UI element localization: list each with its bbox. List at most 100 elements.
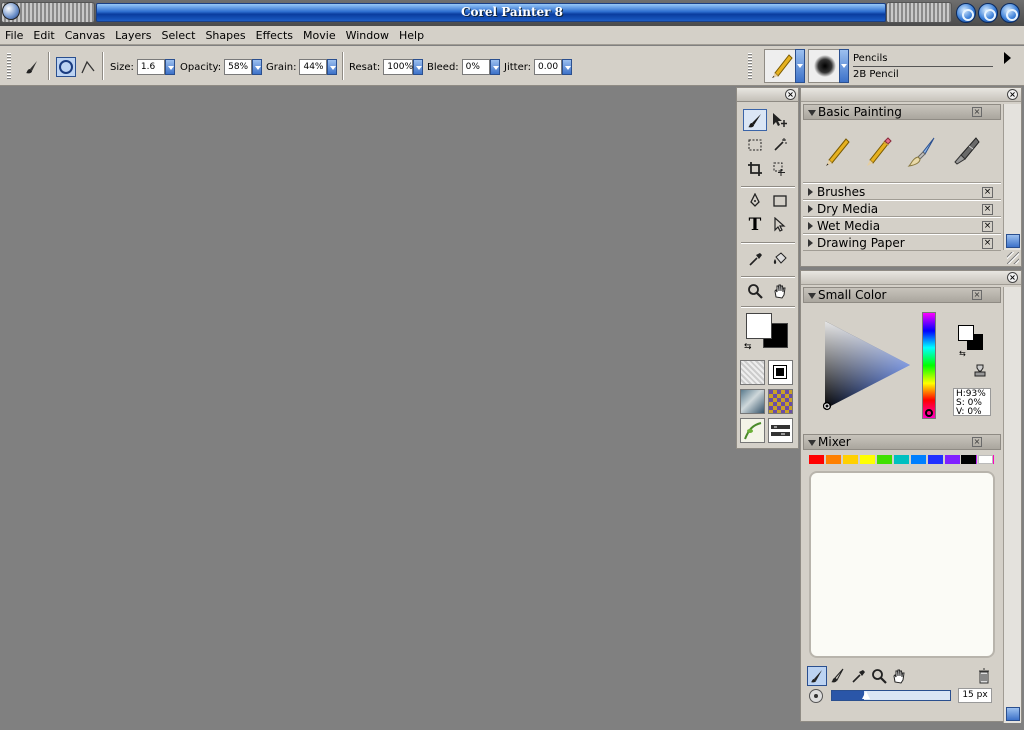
layer-adjuster-icon[interactable] xyxy=(768,109,792,131)
brush-category-name[interactable]: Pencils xyxy=(853,53,887,64)
swap-colors-icon[interactable]: ⇆ xyxy=(744,342,752,352)
mixer-brush-size-slider[interactable] xyxy=(831,690,951,701)
scroll-down-icon[interactable] xyxy=(1006,707,1020,721)
category-drawing-paper[interactable]: Drawing Paper × xyxy=(803,234,1001,251)
brush-variant-dropdown-icon[interactable] xyxy=(839,49,849,83)
mixer-well-cyan[interactable] xyxy=(894,455,909,464)
panel-window-close-icon[interactable]: × xyxy=(1007,89,1018,100)
property-bar-grip[interactable] xyxy=(7,53,11,79)
mixer-well-white[interactable] xyxy=(978,455,993,464)
clear-mixer-trash-icon[interactable] xyxy=(977,668,991,687)
brush-selector-grip[interactable] xyxy=(748,53,752,79)
pencil-brush-icon[interactable] xyxy=(820,136,852,171)
mixer-well-black[interactable] xyxy=(961,455,976,464)
pen-icon[interactable] xyxy=(743,190,767,212)
brush-category-dropdown-icon[interactable] xyxy=(795,49,805,83)
hue-indicator[interactable] xyxy=(925,409,933,417)
crop-icon[interactable] xyxy=(743,158,767,180)
toolbox-header[interactable]: × xyxy=(737,88,798,102)
category-close-icon[interactable]: × xyxy=(982,204,993,215)
shape-selection-icon[interactable] xyxy=(768,214,792,236)
primary-color-swatch[interactable] xyxy=(746,313,772,339)
resat-field[interactable]: 100% xyxy=(383,59,414,75)
category-dry-media[interactable]: Dry Media × xyxy=(803,200,1001,217)
nozzle-selector-icon[interactable] xyxy=(740,418,765,443)
menu-shapes[interactable]: Shapes xyxy=(200,29,250,42)
color-mixer-scrollbar[interactable] xyxy=(1003,287,1021,723)
mixer-dirty-brush-icon[interactable] xyxy=(807,666,827,686)
jitter-field[interactable]: 0.00 xyxy=(534,59,563,75)
mixer-pan-icon[interactable] xyxy=(891,668,907,687)
panel-window-grab-bar[interactable]: × xyxy=(801,271,1021,285)
panel-window-close-icon[interactable]: × xyxy=(1007,272,1018,283)
menu-effects[interactable]: Effects xyxy=(251,29,298,42)
canvas-area[interactable] xyxy=(0,87,736,730)
mixer-well-red[interactable] xyxy=(809,455,824,464)
mixer-well-sky[interactable] xyxy=(911,455,926,464)
mixer-well-violet[interactable] xyxy=(945,455,960,464)
resize-grip-icon[interactable] xyxy=(1007,252,1019,264)
jitter-dropdown-icon[interactable] xyxy=(562,59,573,75)
size-dropdown-icon[interactable] xyxy=(164,59,175,75)
rectangular-selection-icon[interactable] xyxy=(743,134,767,156)
weaving-selector-icon[interactable] xyxy=(768,389,793,414)
grain-field[interactable]: 44% xyxy=(299,59,328,75)
look-selector-icon[interactable] xyxy=(768,418,793,443)
opacity-dropdown-icon[interactable] xyxy=(252,59,263,75)
resat-dropdown-icon[interactable] xyxy=(413,59,424,75)
category-brushes[interactable]: Brushes × xyxy=(803,183,1001,200)
freehand-stroke-icon[interactable] xyxy=(56,57,76,77)
category-close-icon[interactable]: × xyxy=(982,238,993,249)
mixer-header[interactable]: Mixer × xyxy=(803,434,1001,450)
opacity-field[interactable]: 58% xyxy=(224,59,253,75)
brush-tool-icon[interactable] xyxy=(22,57,42,77)
brush-variant-icon[interactable] xyxy=(808,49,842,83)
panel-close-icon[interactable]: × xyxy=(972,437,982,447)
gradient-selector-icon[interactable] xyxy=(768,360,793,385)
menu-canvas[interactable]: Canvas xyxy=(60,29,110,42)
airbrush-icon[interactable] xyxy=(949,136,981,171)
size-field[interactable]: 1.6 xyxy=(136,59,165,75)
mixer-well-orange[interactable] xyxy=(826,455,841,464)
grain-dropdown-icon[interactable] xyxy=(327,59,338,75)
dropper-icon[interactable] xyxy=(743,248,767,270)
swap-colors-icon[interactable]: ⇆ xyxy=(959,349,966,358)
brush-tool-icon[interactable] xyxy=(743,109,767,131)
brush-category-icon[interactable] xyxy=(764,49,798,83)
mixer-well-gold[interactable] xyxy=(843,455,858,464)
category-close-icon[interactable]: × xyxy=(982,187,993,198)
mixer-well-yellow[interactable] xyxy=(860,455,875,464)
primary-color-swatch[interactable] xyxy=(958,325,974,341)
menu-layers[interactable]: Layers xyxy=(110,29,156,42)
menu-select[interactable]: Select xyxy=(157,29,201,42)
mixer-well-blue[interactable] xyxy=(928,455,943,464)
brush-variant-name[interactable]: 2B Pencil xyxy=(853,69,899,80)
bleed-field[interactable]: 0% xyxy=(461,59,490,75)
straight-line-stroke-icon[interactable] xyxy=(78,57,98,77)
menu-file[interactable]: File xyxy=(0,29,28,42)
panel-close-icon[interactable]: × xyxy=(972,107,982,117)
paintbrush-icon[interactable] xyxy=(905,136,937,171)
mixer-brush-size-field[interactable]: 15 px xyxy=(958,688,992,703)
toolbox-close-icon[interactable]: × xyxy=(785,89,796,100)
slider-thumb[interactable] xyxy=(862,691,870,699)
magnifier-icon[interactable] xyxy=(743,280,767,302)
panel-window-grab-bar[interactable]: × xyxy=(801,88,1021,102)
basic-painting-scrollbar[interactable] xyxy=(1003,104,1021,250)
mixer-apply-color-icon[interactable] xyxy=(830,668,846,687)
title-grip-right[interactable] xyxy=(886,2,952,23)
menu-help[interactable]: Help xyxy=(394,29,429,42)
mixer-pad[interactable] xyxy=(809,471,995,658)
scroll-down-icon[interactable] xyxy=(1006,234,1020,248)
mixer-well-green[interactable] xyxy=(877,455,892,464)
grabber-hand-icon[interactable] xyxy=(768,280,792,302)
hue-ring-slider[interactable] xyxy=(922,312,936,419)
mixer-zoom-icon[interactable] xyxy=(871,668,887,687)
paper-selector-icon[interactable] xyxy=(740,360,765,385)
small-color-header[interactable]: Small Color × xyxy=(803,287,1001,303)
eraser-pencil-icon[interactable] xyxy=(861,136,893,171)
color-triangle[interactable] xyxy=(822,319,913,414)
rectangle-shape-icon[interactable] xyxy=(768,190,792,212)
maximize-icon[interactable] xyxy=(978,3,998,23)
paint-bucket-icon[interactable] xyxy=(768,248,792,270)
